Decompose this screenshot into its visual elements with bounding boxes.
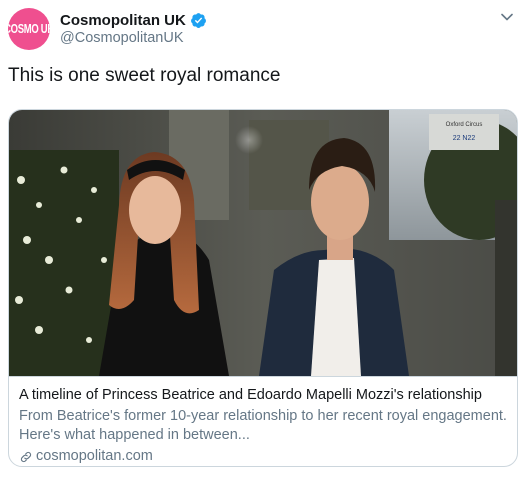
card-description: From Beatrice's former 10-year relations…	[19, 408, 507, 443]
card-domain[interactable]: cosmopolitan.com	[36, 447, 153, 466]
tweet-text: This is one sweet royal romance	[8, 65, 281, 86]
avatar[interactable]: COSMO UK	[8, 8, 50, 50]
card-title[interactable]: A timeline of Princess Beatrice and Edoa…	[19, 386, 509, 405]
author-name-row: Cosmopolitan UK	[60, 10, 207, 30]
street-sign-number: 22 N22	[453, 135, 476, 142]
card-info[interactable]: A timeline of Princess Beatrice and Edoa…	[9, 376, 517, 466]
author-handle[interactable]: @CosmopolitanUK	[60, 30, 184, 46]
tweet[interactable]: COSMO UK Cosmopolitan UK @CosmopolitanUK…	[0, 0, 526, 482]
link-card[interactable]: Oxford Circus 22 N22 A timeline of Princ…	[8, 109, 518, 467]
link-icon	[20, 451, 32, 462]
card-domain-row[interactable]: cosmopolitan.com	[19, 447, 509, 466]
card-image[interactable]: Oxford Circus 22 N22	[9, 110, 518, 376]
avatar-logo-text: COSMO UK	[8, 21, 50, 37]
verified-badge-icon	[190, 12, 206, 28]
street-sign-name: Oxford Circus	[446, 122, 483, 128]
display-name[interactable]: Cosmopolitan UK	[60, 12, 186, 29]
caret-down-icon[interactable]	[500, 10, 514, 24]
